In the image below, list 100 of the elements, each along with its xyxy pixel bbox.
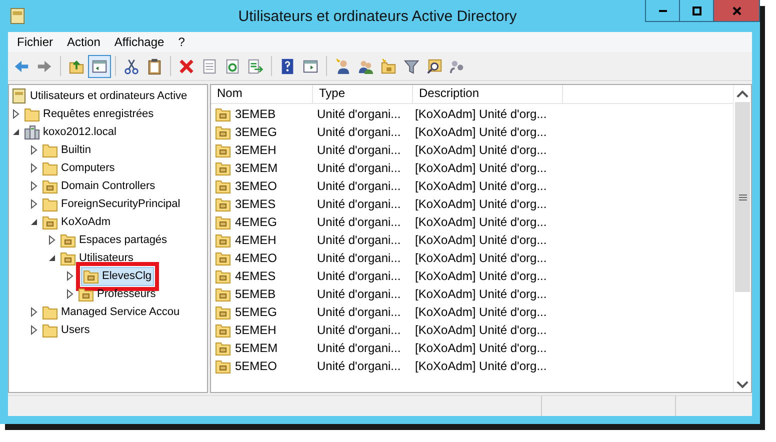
expand-arrow-icon[interactable] (66, 289, 74, 299)
ou-folder-icon (215, 142, 231, 158)
app-icon (10, 7, 25, 25)
table-cell-text: Unité d'organi... (316, 251, 402, 265)
find-icon (426, 58, 443, 74)
table-cell-text: [KoXoAdm] Unité d'org... (415, 143, 548, 157)
tree-item[interactable]: Users (40, 320, 92, 340)
ou-folder-icon (215, 250, 231, 266)
expand-arrow-icon[interactable] (30, 181, 38, 191)
table-cell-text: [KoXoAdm] Unité d'org... (415, 287, 548, 301)
clipboard-icon (146, 58, 163, 74)
expand-arrow-icon[interactable] (30, 307, 38, 317)
table-cell-text: Unité d'organi... (316, 341, 402, 355)
table-cell-text: Unité d'organi... (316, 107, 402, 121)
tree-item[interactable]: Domain Controllers (40, 176, 158, 196)
toolbar-button[interactable] (88, 54, 111, 78)
expand-arrow-icon[interactable] (12, 109, 20, 119)
menu-item[interactable]: ? (171, 35, 192, 49)
expand-arrow-icon[interactable] (30, 145, 38, 155)
tree-item[interactable]: Builtin (40, 140, 93, 160)
tree-item[interactable]: koxo2012.local (22, 122, 118, 142)
menu-item[interactable]: Fichier (10, 35, 60, 49)
ou-folder-icon (215, 286, 231, 302)
menu-item[interactable]: Affichage (107, 35, 172, 49)
table-cell-text: 5EMEM (235, 341, 279, 355)
ou-folder-icon (215, 340, 231, 356)
ou-folder-icon (60, 250, 76, 266)
collapse-arrow-icon[interactable] (30, 217, 38, 227)
ou-folder-icon (215, 268, 231, 284)
expand-arrow-icon[interactable] (66, 271, 74, 281)
ou-folder-icon (42, 214, 58, 230)
table-cell-text: 4EMES (235, 269, 277, 283)
ou-folder-icon (215, 304, 231, 320)
console-tree-icon (91, 58, 108, 74)
column-header[interactable]: Description (413, 85, 563, 103)
ou-folder-icon (215, 358, 231, 374)
tree-item[interactable]: Requêtes enregistrées (22, 104, 156, 124)
window-title: Utilisateurs et ordinateurs Active Directory (237, 8, 518, 24)
expand-arrow-icon[interactable] (48, 235, 56, 245)
scroll-thumb[interactable] (735, 102, 750, 292)
collapse-arrow-icon[interactable] (48, 253, 56, 263)
table-cell-text: [KoXoAdm] Unité d'org... (415, 233, 548, 247)
table-cell-text: 3EMEH (235, 143, 278, 157)
column-header[interactable]: Nom (211, 85, 313, 103)
tree-item[interactable]: Utilisateurs et ordinateurs Active (9, 86, 190, 106)
tree-item[interactable]: Computers (40, 158, 117, 178)
table-cell-text: Unité d'organi... (316, 323, 402, 337)
table-cell-text: Unité d'organi... (316, 359, 402, 373)
table-cell-text: Unité d'organi... (316, 125, 402, 139)
table-cell-text: Unité d'organi... (316, 161, 402, 175)
expand-arrow-icon[interactable] (30, 199, 38, 209)
table-cell-text: [KoXoAdm] Unité d'org... (415, 179, 548, 193)
scissors-icon (123, 58, 140, 74)
tree-item[interactable]: ElevesClg (76, 262, 159, 290)
tree-item[interactable]: ForeignSecurityPrincipal (40, 194, 182, 214)
close-icon (732, 6, 742, 16)
table-cell-text: 5EMEB (235, 287, 277, 301)
collapse-arrow-icon[interactable] (12, 127, 20, 137)
filter-icon (403, 58, 420, 74)
ou-folder-icon (215, 160, 231, 176)
tree-item[interactable]: Espaces partagés (58, 230, 170, 250)
expand-arrow-icon[interactable] (30, 163, 38, 173)
table-cell-text: Unité d'organi... (316, 269, 402, 283)
table-cell-text: Unité d'organi... (316, 233, 402, 247)
refresh-icon (224, 58, 241, 74)
folder-icon (42, 160, 58, 176)
table-cell-text: 3EMEO (235, 179, 278, 193)
column-header[interactable]: Type (313, 85, 413, 103)
table-cell-text: [KoXoAdm] Unité d'org... (415, 107, 548, 121)
delete-icon (178, 58, 195, 74)
server-icon (24, 124, 40, 140)
ou-folder-icon (215, 178, 231, 194)
minimize-button[interactable] (645, 0, 680, 22)
table-cell-text: 3EMEM (235, 161, 279, 175)
ou-folder-icon (215, 196, 231, 212)
table-cell-text: 5EMEH (235, 323, 278, 337)
ou-folder-icon (83, 268, 99, 284)
table-cell-text: 4EMEO (235, 251, 278, 265)
tree-item[interactable]: KoXoAdm (40, 212, 113, 232)
table-cell-text: [KoXoAdm] Unité d'org... (415, 359, 548, 373)
table-cell-text: Unité d'organi... (316, 305, 402, 319)
table-cell-text: 3EMEG (235, 125, 278, 139)
ou-folder-icon (215, 232, 231, 248)
folder-icon (24, 106, 40, 122)
table-cell-text: 5EMEO (235, 359, 278, 373)
menu-item[interactable]: Action (60, 35, 108, 49)
table-cell-text: Unité d'organi... (316, 179, 402, 193)
table-cell-text: Unité d'organi... (316, 215, 402, 229)
new-user-icon (334, 58, 351, 74)
scrollbar[interactable] (733, 85, 751, 392)
ou-folder-icon (78, 286, 94, 302)
tree-item[interactable]: Managed Service Accou (40, 302, 182, 322)
minimize-icon (658, 10, 666, 12)
folder-icon (42, 196, 58, 212)
ou-folder-icon (215, 322, 231, 338)
expand-arrow-icon[interactable] (30, 325, 38, 335)
table-cell-text: [KoXoAdm] Unité d'org... (415, 125, 548, 139)
grip-icon (738, 194, 746, 200)
new-ou-folder-icon (380, 58, 397, 74)
close-button[interactable] (713, 0, 760, 22)
